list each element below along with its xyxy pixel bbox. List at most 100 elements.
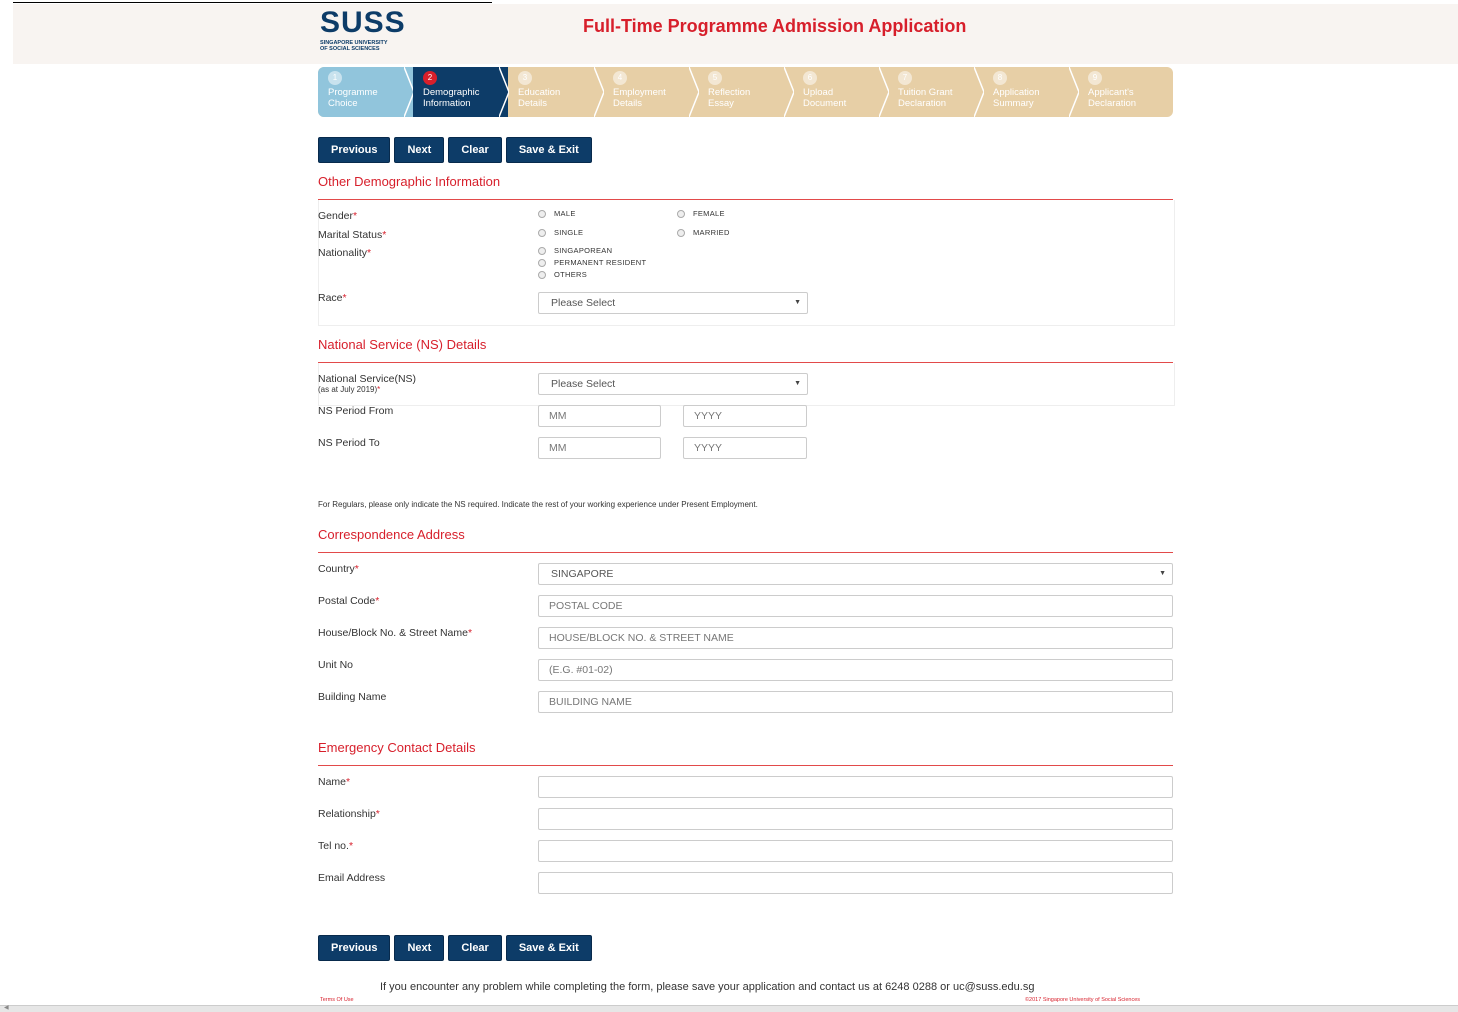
unit-no-label: Unit No [318, 659, 354, 671]
marital-married-radio[interactable]: MARRIED [677, 228, 730, 237]
ns-to-year-input[interactable]: YYYY [683, 437, 807, 459]
clear-button[interactable]: Clear [448, 137, 502, 163]
email-input[interactable] [538, 872, 1173, 894]
save-exit-button[interactable]: Save & Exit [505, 935, 592, 961]
step-6[interactable]: 6 Upload Document [793, 67, 889, 117]
emergency-section-title: Emergency Contact Details [318, 740, 476, 755]
scroll-left-icon[interactable]: ◀ [4, 1004, 9, 1011]
tel-no-label: Tel no.* [318, 840, 354, 852]
ns-section-title: National Service (NS) Details [318, 337, 487, 352]
gender-label: Gender* [318, 210, 358, 222]
step-2[interactable]: 2 Demographic Information [413, 67, 509, 117]
marital-single-radio[interactable]: SINGLE [538, 228, 583, 237]
suss-logo: SUSS SINGAPORE UNIVERSITY OF SOCIAL SCIE… [320, 8, 430, 53]
marital-status-label: Marital Status* [318, 229, 387, 241]
ns-to-month-input[interactable]: MM [538, 437, 661, 459]
radio-circle-icon [538, 258, 546, 267]
radio-circle-icon [677, 209, 685, 218]
tel-no-input[interactable] [538, 840, 1173, 862]
copyright-text: ©2017 Singapore University of Social Sci… [1025, 997, 1141, 1003]
postal-code-label: Postal Code* [318, 595, 380, 607]
ns-note: For Regulars, please only indicate the N… [318, 500, 758, 509]
street-label: House/Block No. & Street Name* [318, 627, 473, 639]
postal-code-input[interactable]: POSTAL CODE [538, 595, 1173, 617]
logo-subtitle: SINGAPORE UNIVERSITY OF SOCIAL SCIENCES [320, 40, 430, 52]
page-title: Full-Time Programme Admission Applicatio… [583, 16, 967, 36]
ns-label: National Service(NS) (as at July 2019)* [318, 373, 417, 394]
radio-circle-icon [538, 209, 546, 218]
address-section-title: Correspondence Address [318, 527, 465, 542]
step-number-badge: 8 [993, 71, 1007, 85]
emergency-name-input[interactable] [538, 776, 1173, 798]
section-divider [318, 552, 1173, 553]
next-button[interactable]: Next [394, 137, 445, 163]
nationality-label: Nationality* [318, 247, 372, 259]
race-label: Race* [318, 292, 347, 304]
step-1[interactable]: 1 Programme Choice [318, 67, 414, 117]
step-number-badge: 6 [803, 71, 817, 85]
dropdown-arrow-icon: ▼ [794, 299, 801, 306]
step-number-badge: 2 [423, 71, 437, 85]
step-label: Reflection Essay [708, 87, 751, 109]
step-5[interactable]: 5 Reflection Essay [698, 67, 794, 117]
relationship-label: Relationship* [318, 808, 380, 820]
relationship-input[interactable] [538, 808, 1173, 830]
previous-button[interactable]: Previous [318, 137, 391, 163]
radio-circle-icon [677, 228, 685, 237]
step-number-badge: 3 [518, 71, 532, 85]
step-7[interactable]: 7 Tuition Grant Declaration [888, 67, 984, 117]
step-label: Applicant's Declaration [1088, 87, 1137, 109]
email-label: Email Address [318, 872, 386, 884]
section-divider [318, 765, 1173, 766]
nationality-pr-radio[interactable]: PERMANENT RESIDENT [538, 258, 646, 267]
radio-circle-icon [538, 228, 546, 237]
step-number-badge: 7 [898, 71, 912, 85]
step-4[interactable]: 4 Employment Details [603, 67, 699, 117]
top-divider [13, 2, 492, 3]
street-input[interactable]: HOUSE/BLOCK NO. & STREET NAME [538, 627, 1173, 649]
logo-sub-line2: OF SOCIAL SCIENCES [320, 46, 380, 52]
top-button-bar: Previous Next Clear Save & Exit [318, 137, 592, 163]
race-select[interactable]: Please Select ▼ [538, 292, 808, 314]
step-number-badge: 4 [613, 71, 627, 85]
step-3[interactable]: 3 Education Details [508, 67, 604, 117]
country-select[interactable]: SINGAPORE ▼ [538, 563, 1173, 585]
progress-stepper: 1 Programme Choice 2 Demographic Information 3… [318, 67, 1173, 117]
logo-text: SUSS [320, 6, 406, 39]
country-label: Country* [318, 563, 359, 575]
dropdown-arrow-icon: ▼ [1159, 570, 1166, 577]
ns-select[interactable]: Please Select ▼ [538, 373, 808, 395]
nationality-others-radio[interactable]: OTHERS [538, 270, 587, 279]
step-9[interactable]: 9 Applicant's Declaration [1078, 67, 1173, 117]
gender-male-radio[interactable]: MALE [538, 209, 576, 218]
ns-from-label: NS Period From [318, 405, 394, 417]
step-label: Tuition Grant Declaration [898, 87, 953, 109]
building-name-input[interactable]: BUILDING NAME [538, 691, 1173, 713]
step-8[interactable]: 8 Application Summary [983, 67, 1079, 117]
ns-from-year-input[interactable]: YYYY [683, 405, 807, 427]
footer-help-message: If you encounter any problem while compl… [380, 981, 1035, 993]
step-number-badge: 1 [328, 71, 342, 85]
gender-female-radio[interactable]: FEMALE [677, 209, 725, 218]
radio-circle-icon [538, 270, 546, 279]
bottom-button-bar: Previous Next Clear Save & Exit [318, 935, 592, 961]
building-name-label: Building Name [318, 691, 387, 703]
step-label: Programme Choice [328, 87, 378, 109]
step-number-badge: 9 [1088, 71, 1102, 85]
next-button[interactable]: Next [394, 935, 445, 961]
step-label: Demographic Information [423, 87, 480, 109]
demographic-section-title: Other Demographic Information [318, 174, 501, 189]
ns-from-month-input[interactable]: MM [538, 405, 661, 427]
previous-button[interactable]: Previous [318, 935, 391, 961]
clear-button[interactable]: Clear [448, 935, 502, 961]
save-exit-button[interactable]: Save & Exit [505, 137, 592, 163]
ns-to-label: NS Period To [318, 437, 380, 449]
step-label: Education Details [518, 87, 561, 109]
nationality-singaporean-radio[interactable]: SINGAPOREAN [538, 246, 612, 255]
unit-no-input[interactable]: (E.G. #01-02) [538, 659, 1173, 681]
step-label: Application Summary [993, 87, 1040, 109]
terms-of-use-link[interactable]: Terms Of Use [320, 997, 354, 1003]
step-number-badge: 5 [708, 71, 722, 85]
step-label: Upload Document [803, 87, 847, 109]
emergency-name-label: Name* [318, 776, 351, 788]
